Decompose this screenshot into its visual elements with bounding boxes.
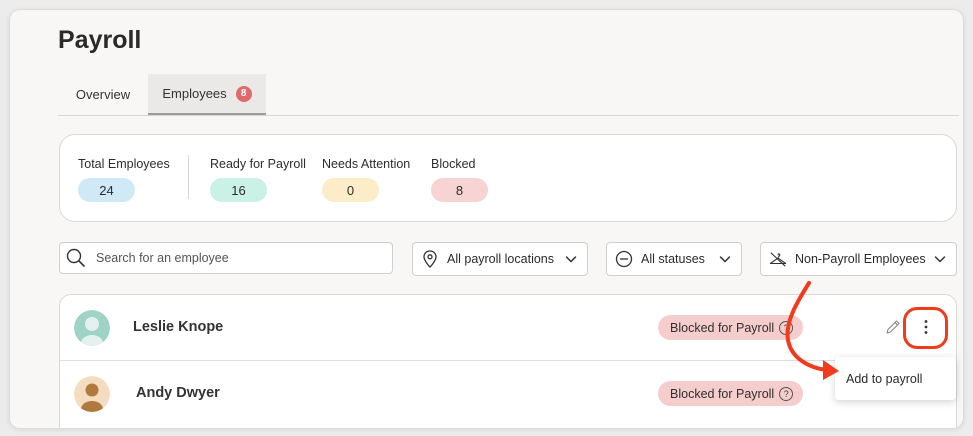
- app-window: Payroll Overview Employees 8 Total Emplo…: [10, 10, 963, 428]
- page-title: Payroll: [58, 26, 142, 54]
- add-to-payroll-menu-item[interactable]: Add to payroll: [846, 372, 922, 386]
- stat-total-employees: Total Employees 24: [78, 157, 170, 202]
- stat-label: Blocked: [431, 157, 476, 171]
- employee-search: [59, 242, 393, 274]
- stat-value-pill: 0: [322, 178, 379, 202]
- stat-divider: [188, 155, 189, 199]
- avatar: [74, 376, 110, 412]
- stat-label: Total Employees: [78, 157, 170, 171]
- tab-employees[interactable]: Employees 8: [148, 74, 266, 115]
- tab-overview-label: Overview: [75, 87, 131, 102]
- location-filter-label: All payroll locations: [447, 252, 554, 266]
- employee-type-dropdown[interactable]: Non-Payroll Employees: [760, 242, 957, 276]
- status-badge-label: Blocked for Payroll: [670, 320, 775, 335]
- minus-circle-icon: [615, 250, 633, 268]
- employee-name[interactable]: Leslie Knope: [133, 319, 223, 335]
- callout-arrow: [785, 281, 839, 380]
- chevron-down-icon: [934, 256, 946, 263]
- tab-employees-label: Employees: [162, 86, 227, 101]
- stat-ready-for-payroll: Ready for Payroll 16: [210, 157, 306, 202]
- pencil-icon[interactable]: [885, 319, 901, 335]
- employee-type-label: Non-Payroll Employees: [795, 252, 926, 266]
- status-filter-label: All statuses: [641, 252, 705, 266]
- callout-highlight: [903, 307, 948, 349]
- employees-count-badge: 8: [235, 85, 252, 102]
- employee-name[interactable]: Andy Dwyer: [136, 385, 220, 401]
- tab-bar: Overview Employees 8: [58, 74, 959, 116]
- stat-label: Needs Attention: [322, 157, 411, 171]
- row-context-menu: Add to payroll: [835, 357, 956, 400]
- stat-value-pill: 8: [431, 178, 488, 202]
- chevron-down-icon: [565, 256, 577, 263]
- stat-needs-attention: Needs Attention 0: [322, 157, 410, 202]
- location-filter-dropdown[interactable]: All payroll locations: [412, 242, 588, 276]
- search-input[interactable]: [94, 250, 378, 266]
- avatar: [74, 310, 110, 346]
- location-pin-icon: [421, 250, 439, 268]
- stat-blocked: Blocked 8: [431, 157, 488, 202]
- chevron-down-icon: [719, 256, 731, 263]
- status-badge-label: Blocked for Payroll: [670, 386, 775, 401]
- summary-card: Total Employees 24 Ready for Payroll 16 …: [59, 134, 957, 222]
- stat-value-pill: 24: [78, 178, 135, 202]
- hanger-icon: [769, 250, 787, 268]
- tab-overview[interactable]: Overview: [58, 74, 148, 115]
- status-filter-dropdown[interactable]: All statuses: [606, 242, 742, 276]
- stat-label: Ready for Payroll: [210, 157, 306, 171]
- search-icon: [66, 248, 85, 267]
- stat-value-pill: 16: [210, 178, 267, 202]
